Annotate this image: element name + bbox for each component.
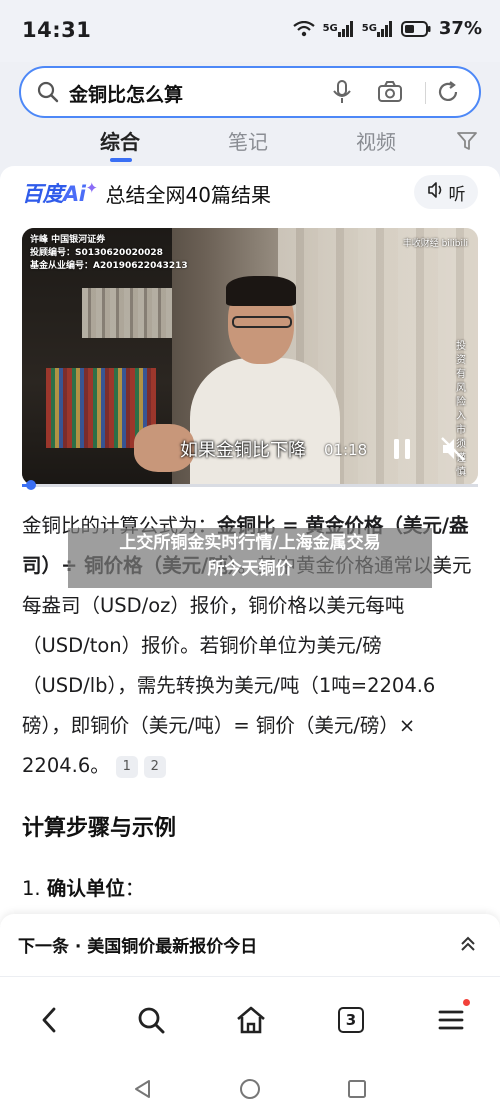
video-person-hair <box>226 276 296 306</box>
step-label: 确认单位 <box>46 877 125 900</box>
video-meta-line: 基金从业编号：A20190622043213 <box>30 261 188 271</box>
status-icons: 5G 5G 37% <box>292 18 482 39</box>
video-subtitle: 如果金铜比下降 <box>180 440 306 461</box>
step-number: 1. <box>22 877 41 900</box>
citation-2[interactable]: 2 <box>143 756 166 778</box>
baidu-ai-logo: 百度Ai✦ <box>22 178 98 208</box>
search-divider <box>425 82 426 104</box>
listen-label: 听 <box>448 184 466 205</box>
video-meta: 许峰 中国银河证券 投顾编号：S0130620020028 基金从业编号：A20… <box>30 234 188 273</box>
active-tab-indicator <box>110 158 132 162</box>
video-books-upper <box>82 288 172 338</box>
system-recents-icon[interactable] <box>346 1078 368 1104</box>
status-bar: 14:31 5G 5G 37% <box>0 0 500 62</box>
search-input[interactable]: 金铜比怎么算 <box>69 80 183 107</box>
system-navigation-bar <box>0 1062 500 1116</box>
citation-1[interactable]: 1 <box>115 756 138 778</box>
overlay-line: 所今天铜价 <box>207 559 293 579</box>
overlay-banner-text: 上交所铜金实时行情/上海金属交易 所今天铜价 <box>68 530 432 582</box>
speaker-icon <box>427 181 445 204</box>
system-back-icon[interactable] <box>132 1078 154 1104</box>
filter-icon[interactable] <box>456 130 478 156</box>
video-meta-line: 许峰 中国银河证券 <box>30 235 106 245</box>
home-icon[interactable] <box>234 1003 268 1037</box>
video-person-glasses <box>232 316 292 328</box>
refresh-icon[interactable] <box>435 79 461 109</box>
clock: 14:31 <box>22 18 92 42</box>
ai-summary-title: 总结全网40篇结果 <box>105 182 271 207</box>
video-meta-line: 投顾编号：S0130620020028 <box>30 248 163 258</box>
video-brand: 丰收财经 bilibili <box>402 239 468 249</box>
logo-text: 百度 <box>22 182 64 206</box>
pause-icon[interactable] <box>390 436 414 466</box>
signal-5g-icon-2: 5G <box>361 20 393 37</box>
logo-ai-text: Ai <box>63 182 86 206</box>
video-player[interactable]: 许峰 中国银河证券 投顾编号：S0130620020028 基金从业编号：A20… <box>22 228 478 485</box>
menu-icon[interactable] <box>434 999 470 1037</box>
tabs-button[interactable]: 3 <box>334 1003 368 1037</box>
video-progress-bar[interactable] <box>22 480 478 490</box>
signal-label-2: 5G <box>361 23 377 34</box>
signal-5g-icon: 5G <box>322 20 354 37</box>
sparkle-icon: ✦ <box>85 179 98 197</box>
tab-notes[interactable]: 笔记 <box>228 126 268 155</box>
chevron-double-up-icon[interactable] <box>458 934 478 958</box>
search-icon <box>37 81 59 107</box>
next-result-text[interactable]: 下一条 · 美国铜价最新报价今日 <box>18 932 257 957</box>
video-timestamp: 01:18 <box>324 441 368 459</box>
section-heading: 计算步骤与示例 <box>22 816 177 841</box>
signal-label: 5G <box>322 23 338 34</box>
result-tabs: 综合 笔记 视频 <box>0 122 500 166</box>
back-icon[interactable] <box>32 1003 66 1037</box>
browser-toolbar: 3 <box>0 976 500 1062</box>
step-colon: ： <box>124 877 145 900</box>
step-heading: 1. 确认单位： <box>22 872 144 901</box>
ai-summary-header: 百度Ai✦ 总结全网40篇结果 <box>22 178 271 208</box>
system-home-icon[interactable] <box>239 1078 261 1104</box>
tab-comprehensive[interactable]: 综合 <box>100 126 140 155</box>
tab-count: 3 <box>338 1007 364 1033</box>
listen-button[interactable]: 听 <box>414 175 478 209</box>
search-box[interactable]: 金铜比怎么算 <box>19 66 481 118</box>
video-person-body <box>190 358 340 485</box>
overlay-line: 上交所铜金实时行情/上海金属交易 <box>119 533 381 553</box>
notification-dot <box>463 999 470 1006</box>
microphone-icon[interactable] <box>331 79 353 109</box>
battery-icon <box>400 20 431 37</box>
camera-icon[interactable] <box>377 80 403 108</box>
wifi-icon <box>292 20 315 37</box>
tab-videos[interactable]: 视频 <box>356 126 396 155</box>
video-progress-handle[interactable] <box>26 480 37 490</box>
search-icon[interactable] <box>134 1003 168 1037</box>
next-result-bar[interactable]: 下一条 · 美国铜价最新报价今日 <box>0 914 500 976</box>
battery-percent: 37% <box>438 18 482 39</box>
mute-icon[interactable] <box>440 436 466 466</box>
